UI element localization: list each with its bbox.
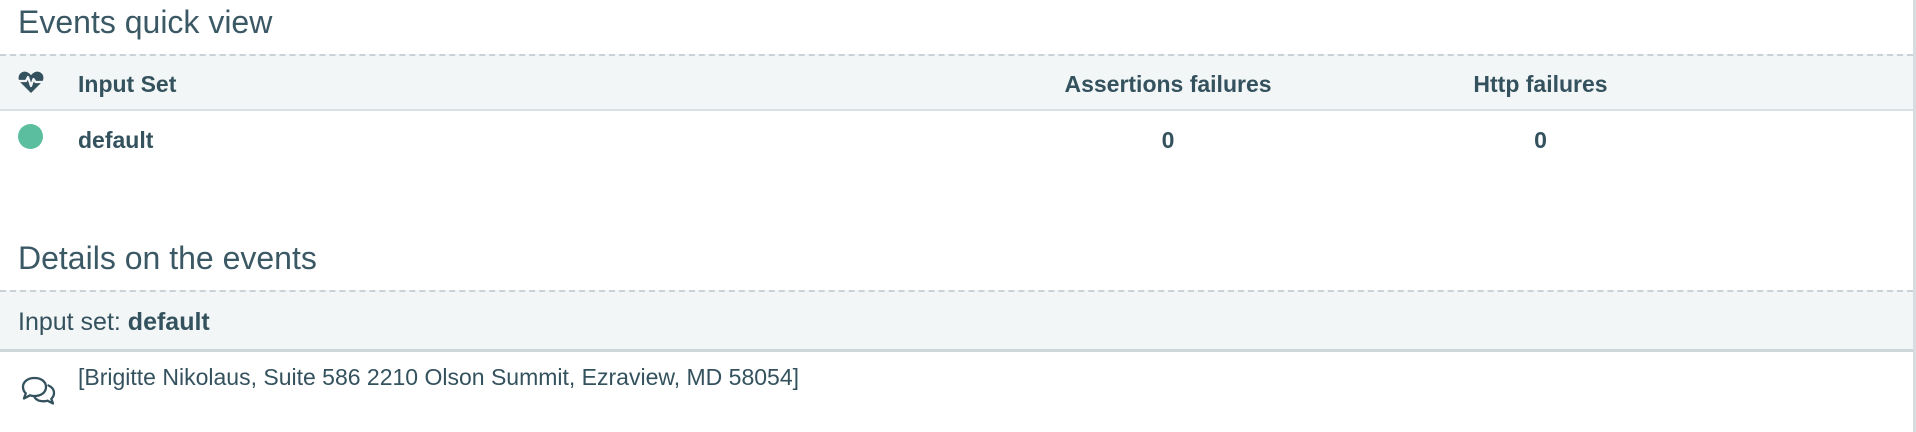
column-header-assertions-failures[interactable]: Assertions failures [1063, 70, 1273, 98]
input-set-prefix: Input set: [18, 308, 128, 336]
row-http-failures-count: 0 [1534, 127, 1547, 153]
quick-view-table-header: Input Set Assertions failures Http failu… [0, 54, 1913, 111]
heart-pulse-icon [17, 71, 45, 93]
column-header-http-failures[interactable]: Http failures [1463, 70, 1618, 98]
status-success-dot-icon [18, 124, 43, 149]
event-text: [Brigitte Nikolaus, Suite 586 2210 Olson… [78, 364, 800, 390]
events-quick-view-title: Events quick view [18, 4, 273, 40]
event-item: [Brigitte Nikolaus, Suite 586 2210 Olson… [0, 352, 1913, 432]
row-assertions-failures-count: 0 [1161, 127, 1175, 153]
column-header-input-set[interactable]: Input Set [78, 70, 176, 98]
table-row[interactable]: default 0 0 [0, 111, 1913, 167]
row-input-set-name[interactable]: default [78, 126, 153, 154]
details-on-events-title: Details on the events [18, 240, 317, 276]
comments-icon [21, 376, 56, 405]
input-set-label: Input set: default [18, 307, 210, 337]
input-set-name: default [127, 308, 210, 336]
input-set-header: Input set: default [0, 290, 1913, 352]
